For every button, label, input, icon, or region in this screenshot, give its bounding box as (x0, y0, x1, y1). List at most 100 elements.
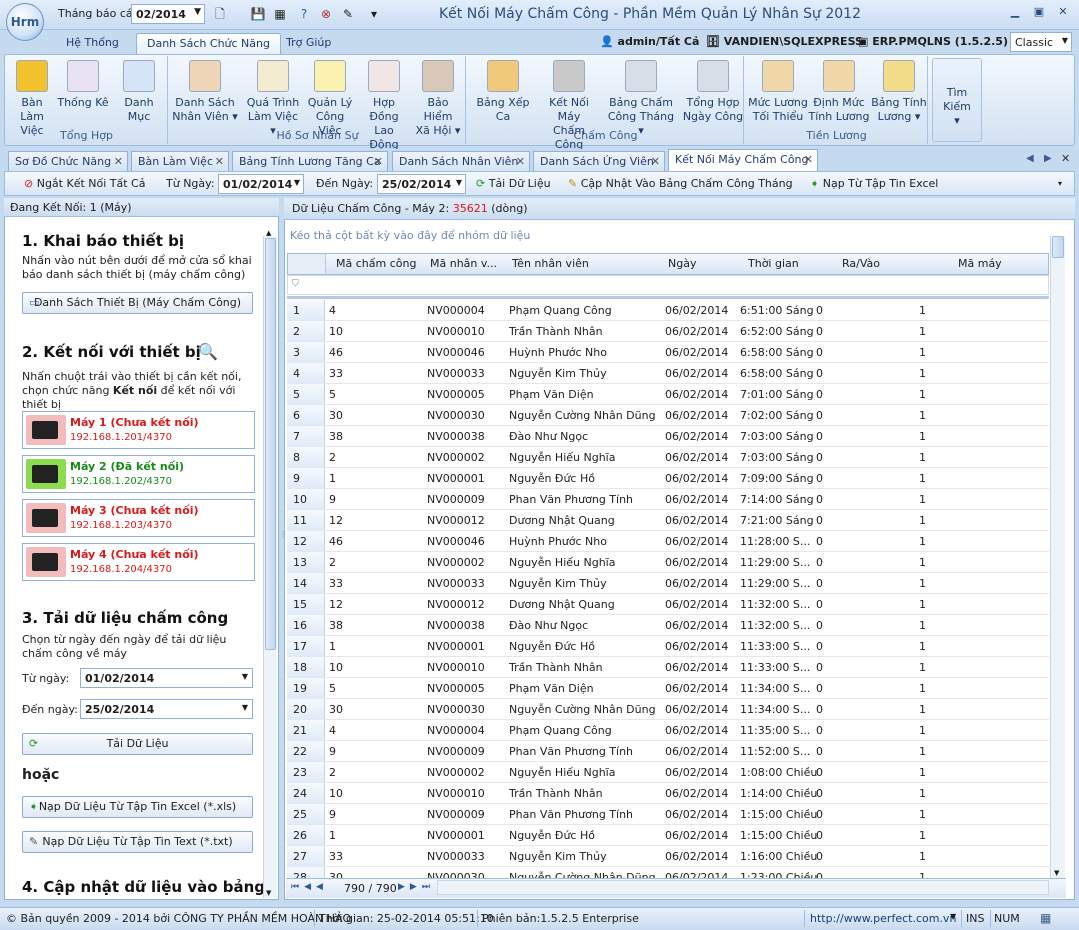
table-row[interactable]: 14 33 NV000033 Nguyễn Kim Thủy 06/02/2014 11:… (287, 573, 1049, 594)
doctab-ket-noi-may[interactable]: Kết Nối Máy Chấm Công ✕ (668, 149, 818, 171)
edit-icon[interactable]: ✎ (338, 5, 358, 24)
skin-select[interactable]: Classic ▼ (1010, 32, 1072, 52)
doctab-danh-sach-nv[interactable]: Danh Sách Nhân Viên ✕ (392, 151, 530, 171)
to-date-input[interactable]: 25/02/2014 ▼ (377, 174, 466, 194)
table-row[interactable]: 22 9 NV000009 Phan Văn Phương Tính 06/02/201… (287, 741, 1049, 762)
table-row[interactable]: 7 38 NV000038 Đào Như Ngọc 06/02/2014 7:03:00… (287, 426, 1049, 447)
help-icon[interactable]: ? (294, 5, 314, 24)
device-item[interactable]: Máy 4 (Chưa kết nối) 192.168.1.204/4370 (22, 543, 255, 581)
doctab-bang-tinh-luong[interactable]: Bảng Tính Lương Tăng Ca ✕ (232, 151, 388, 171)
tab-scroll-left-icon[interactable]: ◀ (1026, 153, 1034, 164)
ribbon-button[interactable]: Thống Kê (56, 58, 110, 128)
device-item[interactable]: Máy 3 (Chưa kết nối) 192.168.1.203/4370 (22, 499, 255, 537)
table-row[interactable]: 20 30 NV000030 Nguyễn Cường Nhân Dũng 06/02/… (287, 699, 1049, 720)
report-month-combo[interactable]: 02/2014 ▼ (131, 4, 205, 24)
horizontal-scrollbar[interactable] (437, 880, 1049, 895)
col-ma-cham-cong[interactable]: Mã chấm công (336, 257, 416, 270)
table-row[interactable]: 1 4 NV000004 Phạm Quang Công 06/02/2014 6:51:… (287, 300, 1049, 321)
toolbar-overflow-icon[interactable]: ▾ (1058, 179, 1062, 188)
tab-danh-sach-chuc-nang[interactable]: Danh Sách Chức Năng (136, 33, 281, 54)
table-row[interactable]: 4 33 NV000033 Nguyễn Kim Thủy 06/02/2014 6:58… (287, 363, 1049, 384)
save-icon[interactable]: 💾 (248, 5, 268, 24)
device-item[interactable]: Máy 2 (Đã kết nối) 192.168.1.202/4370 (22, 455, 255, 493)
table-row[interactable]: 17 1 NV000001 Nguyễn Đức Hồ 06/02/2014 11:33:… (287, 636, 1049, 657)
doctab-so-do[interactable]: Sơ Đồ Chức Năng ✕ (8, 151, 128, 171)
import-excel-left-button[interactable]: ➧ Nạp Dữ Liệu Từ Tập Tin Excel (*.xls) (22, 796, 253, 818)
ribbon-button[interactable]: Bảng Xếp Ca (470, 58, 536, 128)
grid-scrollbar[interactable] (1050, 236, 1065, 878)
table-row[interactable]: 6 30 NV000030 Nguyễn Cường Nhân Dũng 06/02/2… (287, 405, 1049, 426)
col-ngay[interactable]: Ngày (668, 257, 696, 270)
col-ma-may[interactable]: Mã máy (958, 257, 1002, 270)
update-timesheet-button[interactable]: ✎ Cập Nhật Vào Bảng Chấm Công Tháng (568, 177, 793, 190)
new-document-icon[interactable]: 🗋 (210, 5, 230, 24)
load-data-button[interactable]: ⟳ Tải Dữ Liệu (476, 177, 551, 190)
ribbon-button[interactable]: Tìm Kiếm ▾ (932, 58, 982, 128)
scroll-thumb[interactable] (265, 238, 276, 650)
ribbon-button[interactable]: Tổng Hợp Ngày Công (682, 58, 744, 128)
load-data-left-button[interactable]: ⟳ Tải Dữ Liệu (22, 733, 253, 755)
table-row[interactable]: 2 10 NV000010 Trần Thành Nhân 06/02/2014 6:52… (287, 321, 1049, 342)
left-scrollbar[interactable] (263, 236, 277, 898)
maximize-icon[interactable]: ▣ (1030, 5, 1048, 21)
app-logo[interactable]: Hrm (6, 3, 44, 41)
to-date-field[interactable]: 25/02/2014 ▼ (80, 699, 253, 719)
close-all-icon[interactable]: ✕ (1061, 152, 1070, 165)
row-indicator-header[interactable] (288, 254, 326, 274)
col-thoi-gian[interactable]: Thời gian (748, 257, 799, 270)
from-date-input[interactable]: 01/02/2014 ▼ (218, 174, 304, 194)
tab-tro-giup[interactable]: Trợ Giúp (276, 33, 341, 54)
ribbon-button[interactable]: Kết Nối Máy Chấm Công (538, 58, 600, 151)
table-row[interactable]: 16 38 NV000038 Đào Như Ngọc 06/02/2014 11:32:… (287, 615, 1049, 636)
table-row[interactable]: 18 10 NV000010 Trần Thành Nhân 06/02/2014 11:… (287, 657, 1049, 678)
table-row[interactable]: 10 9 NV000009 Phan Văn Phương Tính 06/02/201… (287, 489, 1049, 510)
table-row[interactable]: 26 1 NV000001 Nguyễn Đức Hồ 06/02/2014 1:15:0… (287, 825, 1049, 846)
calculator-icon[interactable]: ▦ (1040, 911, 1051, 925)
table-row[interactable]: 13 2 NV000002 Nguyễn Hiếu Nghĩa 06/02/2014 11… (287, 552, 1049, 573)
search-icon[interactable]: 🔍 (198, 342, 218, 361)
table-row[interactable]: 21 4 NV000004 Phạm Quang Công 06/02/2014 11:3… (287, 720, 1049, 741)
minimize-icon[interactable]: ▁ (1006, 5, 1024, 21)
chevron-down-icon[interactable]: ▼ (950, 912, 956, 921)
col-ten-nhan-vien[interactable]: Tên nhân viên (512, 257, 589, 270)
doctab-ban-lam-viec[interactable]: Bàn Làm Việc ✕ (131, 151, 229, 171)
filter-row[interactable] (287, 275, 1049, 295)
scroll-down-icon[interactable]: ▼ (1054, 869, 1059, 877)
close-doc-icon[interactable]: ⊗ (316, 5, 336, 24)
doctab-danh-sach-uv[interactable]: Danh Sách Ứng Viên ✕ (533, 151, 665, 171)
nav-first-prev-icons[interactable]: ⏮◀◀ (291, 882, 328, 892)
group-panel-hint[interactable]: Kéo thả cột bất kỳ vào đây để nhóm dữ li… (290, 229, 530, 242)
table-row[interactable]: 19 5 NV000005 Phạm Văn Diện 06/02/2014 11:34:… (287, 678, 1049, 699)
ribbon-button[interactable]: Hợp Đồng Lao Động (358, 58, 410, 151)
ribbon-button[interactable]: Quá Trình Làm Việc ▾ (244, 58, 302, 137)
close-icon[interactable]: ✕ (651, 155, 660, 168)
ribbon-button[interactable]: Bảo Hiểm Xã Hội ▾ (412, 58, 464, 137)
table-row[interactable]: 9 1 NV000001 Nguyễn Đức Hồ 06/02/2014 7:09:00… (287, 468, 1049, 489)
table-row[interactable]: 3 46 NV000046 Huỳnh Phước Nho 06/02/2014 6:58… (287, 342, 1049, 363)
table-row[interactable]: 24 10 NV000010 Trần Thành Nhân 06/02/2014 1:1… (287, 783, 1049, 804)
table-row[interactable]: 23 2 NV000002 Nguyễn Hiếu Nghĩa 06/02/2014 1:… (287, 762, 1049, 783)
table-row[interactable]: 12 46 NV000046 Huỳnh Phước Nho 06/02/2014 11:… (287, 531, 1049, 552)
close-icon[interactable]: ✕ (215, 155, 224, 168)
website-link[interactable]: http://www.perfect.com.vn (810, 912, 956, 925)
export-icon[interactable]: ▦ (270, 5, 290, 24)
close-icon[interactable]: ✕ (1054, 5, 1072, 21)
ribbon-button[interactable]: Danh Mục (112, 58, 166, 128)
close-icon[interactable]: ✕ (374, 155, 383, 168)
ribbon-button[interactable]: Danh Sách Nhân Viên ▾ (172, 58, 238, 128)
close-icon[interactable]: ✕ (804, 153, 813, 166)
scroll-up-icon[interactable]: ▲ (266, 229, 271, 237)
device-list-button[interactable]: ▭ Danh Sách Thiết Bị (Máy Chấm Công) (22, 292, 253, 314)
import-excel-button[interactable]: ➧ Nạp Từ Tập Tin Excel (810, 177, 938, 190)
table-row[interactable]: 25 9 NV000009 Phan Văn Phương Tính 06/02/201… (287, 804, 1049, 825)
close-icon[interactable]: ✕ (114, 155, 123, 168)
close-icon[interactable]: ✕ (516, 155, 525, 168)
device-item[interactable]: Máy 1 (Chưa kết nối) 192.168.1.201/4370 (22, 411, 255, 449)
ribbon-button[interactable]: Quản Lý Công Việc (304, 58, 356, 137)
col-ra-vao[interactable]: Ra/Vào (842, 257, 880, 270)
tab-he-thong[interactable]: Hệ Thống (56, 33, 129, 54)
table-row[interactable]: 11 12 NV000012 Dương Nhật Quang 06/02/2014 7:… (287, 510, 1049, 531)
table-row[interactable]: 5 5 NV000005 Phạm Văn Diện 06/02/2014 7:01:00… (287, 384, 1049, 405)
table-row[interactable]: 27 33 NV000033 Nguyễn Kim Thủy 06/02/2014 1:1… (287, 846, 1049, 867)
ribbon-button[interactable]: Định Mức Tính Lương (808, 58, 870, 128)
